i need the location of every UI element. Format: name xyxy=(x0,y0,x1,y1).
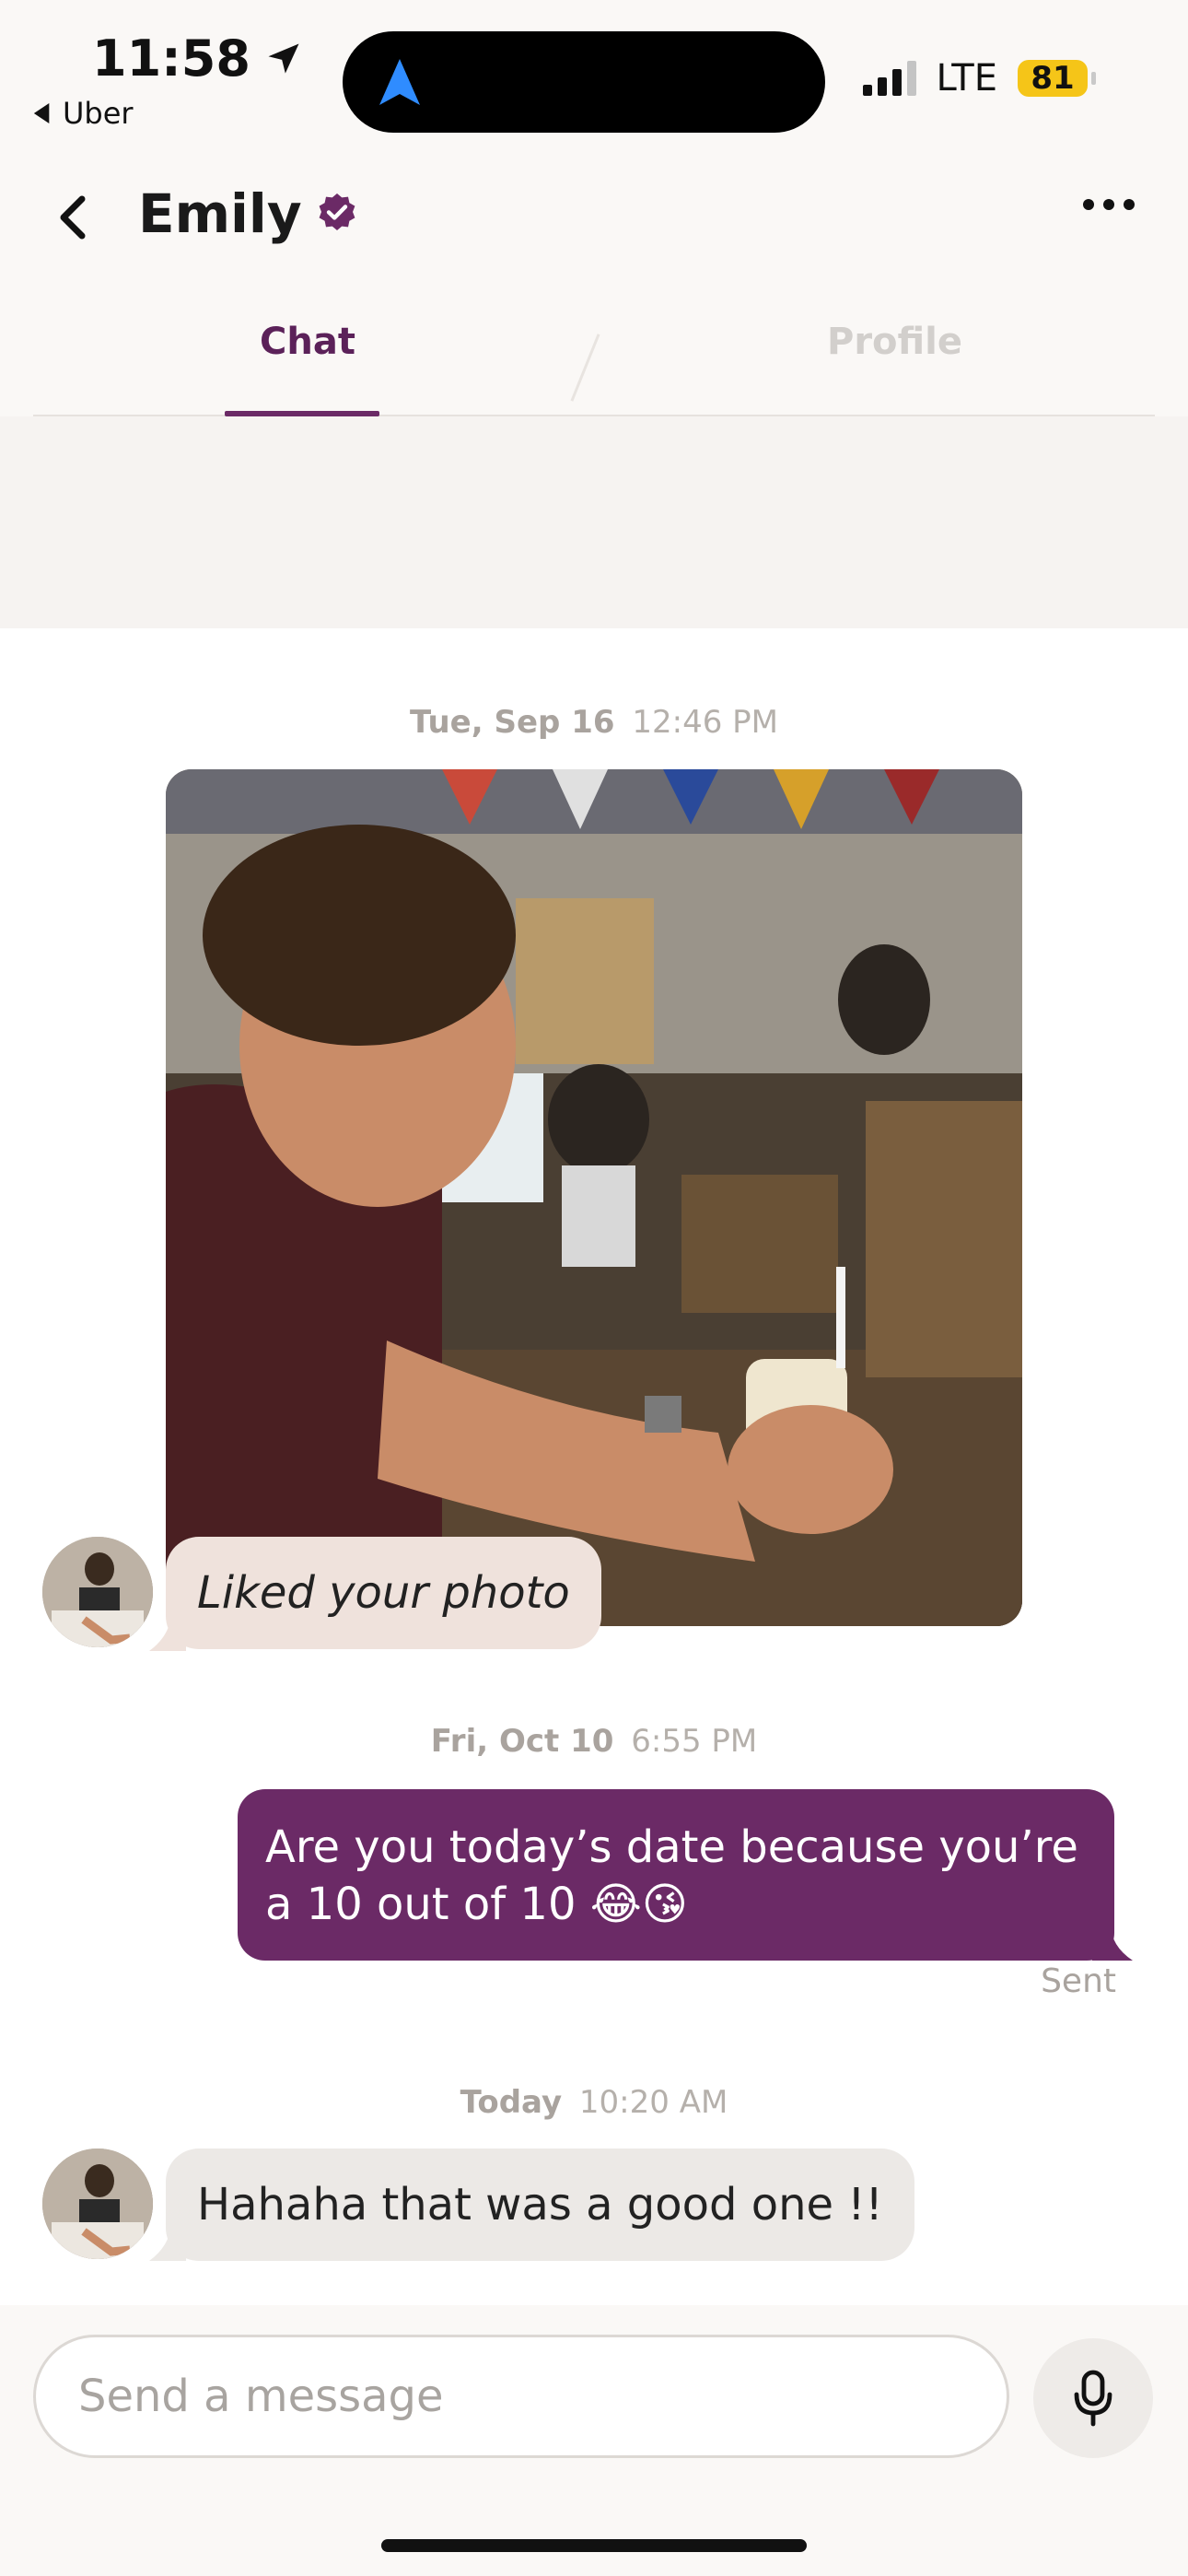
back-button[interactable] xyxy=(46,192,98,243)
tab-profile[interactable]: Profile xyxy=(827,321,962,363)
tab-bar: Chat Profile xyxy=(33,295,1155,416)
back-chevron-icon xyxy=(60,195,86,240)
sent-message-text: Are you today’s date because you’re a 10… xyxy=(265,1821,1078,1930)
message-input-placeholder: Send a message xyxy=(78,2371,444,2422)
chat-header: Emily xyxy=(0,166,1188,267)
avatar-image xyxy=(42,2149,153,2259)
avatar-image xyxy=(42,1537,153,1647)
timestamp-day: Today xyxy=(460,2084,563,2121)
timestamp-time: 6:55 PM xyxy=(631,1723,758,1760)
status-indicators: LTE 81 xyxy=(862,57,1096,100)
timestamp-2: Fri, Oct 10 6:55 PM xyxy=(0,1723,1188,1760)
dynamic-island xyxy=(343,31,825,133)
sent-message-bubble: Are you today’s date because you’re a 10… xyxy=(238,1789,1114,1961)
liked-photo-bubble: Liked your photo xyxy=(166,1537,601,1649)
back-to-app-button[interactable]: Uber xyxy=(33,96,134,131)
timestamp-day: Tue, Sep 16 xyxy=(410,704,615,741)
sent-status: Sent xyxy=(1041,1962,1116,2000)
location-arrow-icon xyxy=(268,43,299,74)
received-message-text: Hahaha that was a good one !! xyxy=(197,2179,883,2231)
verified-badge-icon xyxy=(319,193,355,230)
home-indicator[interactable] xyxy=(381,2539,807,2552)
back-triangle-icon xyxy=(33,103,50,123)
battery-level: 81 xyxy=(1018,60,1088,97)
timestamp-day: Fri, Oct 10 xyxy=(430,1723,614,1760)
avatar[interactable] xyxy=(42,1537,153,1647)
timestamp-time: 10:20 AM xyxy=(578,2084,728,2121)
timestamp-time: 12:46 PM xyxy=(632,704,778,741)
voice-message-button[interactable] xyxy=(1033,2338,1153,2458)
battery-icon: 81 xyxy=(1018,60,1096,97)
message-input[interactable]: Send a message xyxy=(33,2335,1009,2458)
page-title[interactable]: Emily xyxy=(138,182,359,245)
bubble-tail-sent xyxy=(1092,1924,1133,1961)
timestamp-3: Today 10:20 AM xyxy=(0,2084,1188,2121)
liked-photo[interactable] xyxy=(166,769,1022,1626)
network-label: LTE xyxy=(936,57,997,100)
navigation-icon xyxy=(379,59,420,105)
header-spacer xyxy=(0,416,1188,628)
timestamp-1: Tue, Sep 16 12:46 PM xyxy=(0,704,1188,741)
more-icon[interactable] xyxy=(1083,199,1135,210)
contact-name: Emily xyxy=(138,182,302,245)
photo-image xyxy=(166,769,1022,1626)
signal-icon xyxy=(862,61,916,96)
avatar[interactable] xyxy=(42,2149,153,2259)
tab-chat[interactable]: Chat xyxy=(260,321,355,363)
microphone-icon xyxy=(1074,2370,1112,2427)
received-message-bubble: Hahaha that was a good one !! xyxy=(166,2149,914,2261)
status-time: 11:58 xyxy=(92,29,304,88)
tab-divider xyxy=(570,334,600,402)
status-time-text: 11:58 xyxy=(92,29,250,88)
liked-photo-text: Liked your photo xyxy=(197,1567,570,1619)
back-app-label: Uber xyxy=(63,96,134,131)
